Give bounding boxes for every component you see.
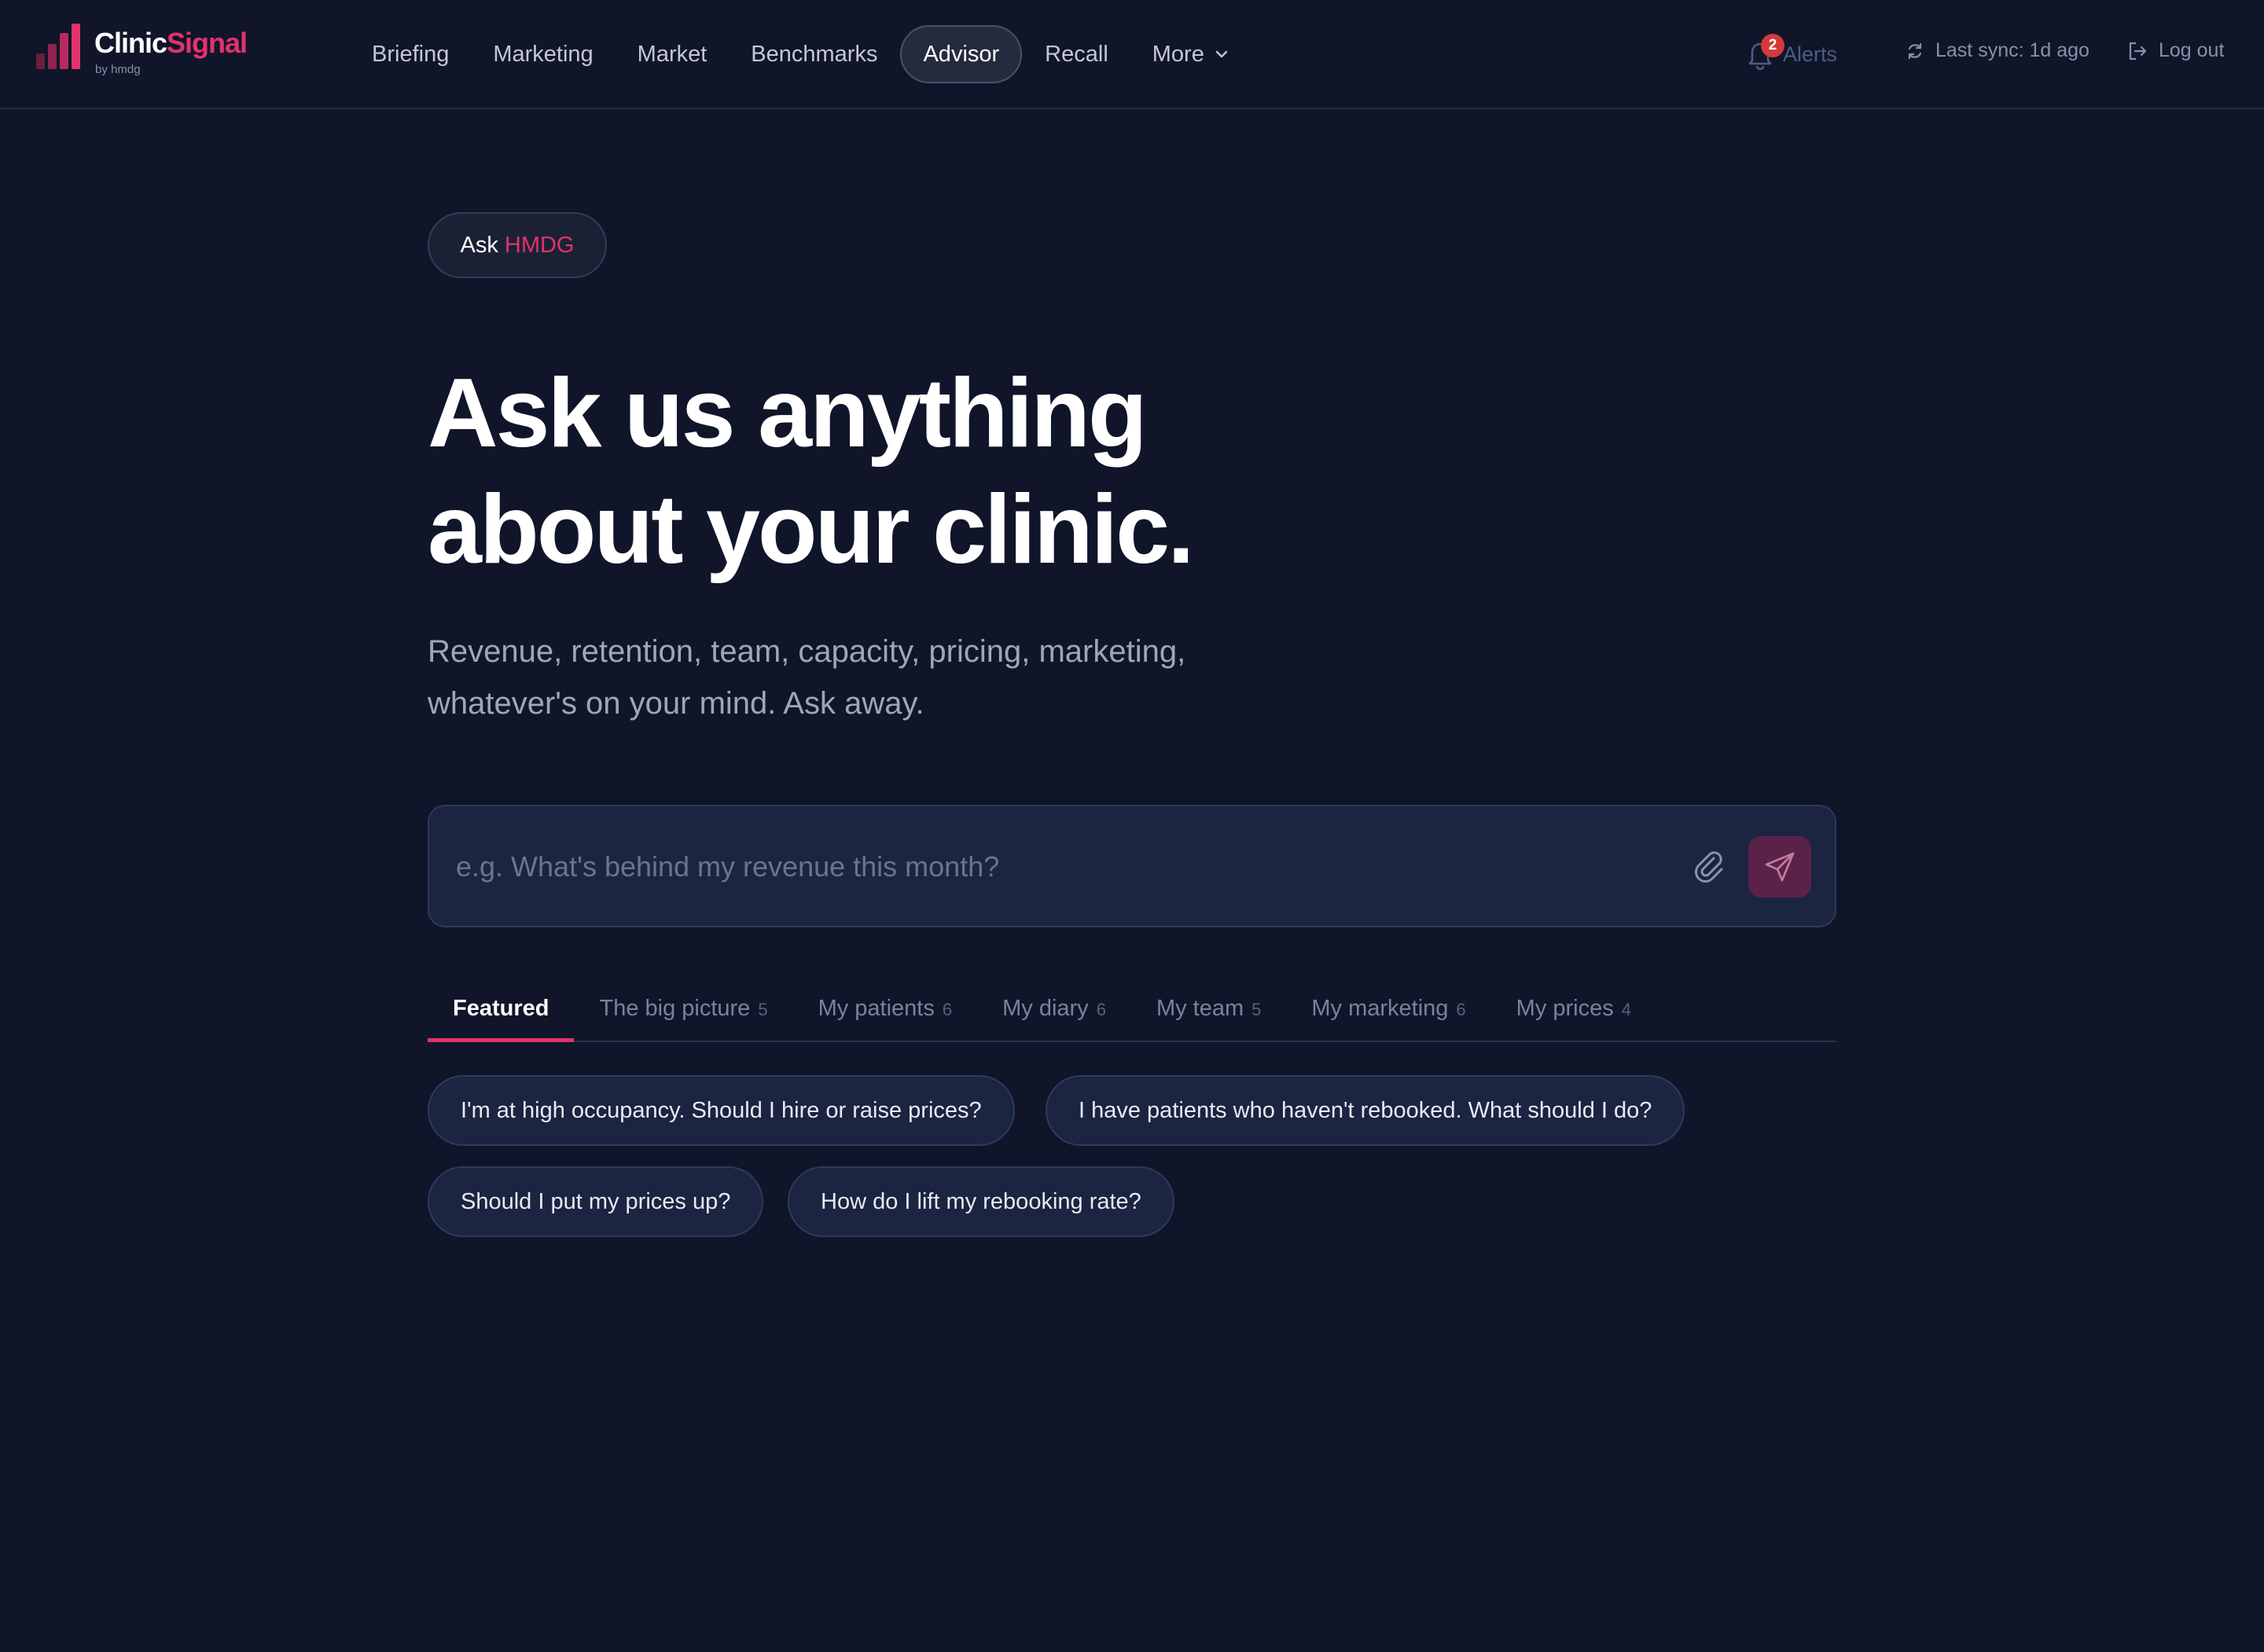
tab-my-prices[interactable]: My prices 4 xyxy=(1491,978,1656,1042)
page-title-line-1: Ask us anything xyxy=(428,359,1148,468)
logout-icon xyxy=(2129,42,2147,60)
nav-item-benchmarks[interactable]: Benchmarks xyxy=(730,25,899,83)
alerts-label: Alerts xyxy=(1783,42,1838,66)
send-button[interactable] xyxy=(1748,836,1811,898)
tab-my-patients[interactable]: My patients 6 xyxy=(793,978,978,1042)
nav-more-label: More xyxy=(1152,42,1204,67)
nav-item-more[interactable]: More xyxy=(1131,25,1251,83)
logo-word-signal: Signal xyxy=(167,27,248,59)
logo-word-clinic: Clinic xyxy=(94,27,167,59)
alerts-button[interactable]: 2 Alerts xyxy=(1747,34,1838,74)
logout-label: Log out xyxy=(2159,39,2225,61)
nav-item-briefing[interactable]: Briefing xyxy=(351,25,470,83)
bar-chart-logo-icon xyxy=(36,24,80,69)
suggestion-chip[interactable]: Should I put my prices up? xyxy=(428,1166,764,1237)
tab-label: Featured xyxy=(453,996,549,1021)
tab-label: My patients xyxy=(818,996,935,1021)
tab-my-diary[interactable]: My diary 6 xyxy=(977,978,1131,1042)
ask-hmdg-pill: Ask HMDG xyxy=(428,212,607,278)
tab-label: The big picture xyxy=(599,996,751,1021)
tab-label: My prices xyxy=(1516,996,1614,1021)
tab-count: 4 xyxy=(1621,1000,1631,1019)
suggestion-chip[interactable]: How do I lift my rebooking rate? xyxy=(788,1166,1174,1237)
tab-featured[interactable]: Featured xyxy=(428,978,575,1042)
sync-text: Last sync: 1d ago xyxy=(1935,39,2089,61)
send-icon xyxy=(1765,852,1795,882)
sync-status: Last sync: 1d ago xyxy=(1906,39,2089,62)
ask-pill-ask: Ask xyxy=(460,233,498,258)
top-nav-bar: ClinicSignal by hmdg Briefing Marketing … xyxy=(0,0,2264,109)
tab-count: 6 xyxy=(1096,1000,1106,1019)
tab-count: 5 xyxy=(1251,1000,1262,1019)
tab-the-big-picture[interactable]: The big picture 5 xyxy=(574,978,792,1042)
bell-icon: 2 xyxy=(1747,34,1784,71)
nav-item-market[interactable]: Market xyxy=(616,25,729,83)
ask-pill-brand: HMDG xyxy=(504,233,575,258)
tab-count: 6 xyxy=(1456,1000,1466,1019)
page-title-line-2: about your clinic. xyxy=(428,475,1195,584)
logo-wordmark: ClinicSignal xyxy=(94,27,248,60)
page-subtitle-line-2: whatever's on your mind. Ask away. xyxy=(428,686,924,721)
alerts-count-badge: 2 xyxy=(1761,34,1784,57)
question-input[interactable] xyxy=(454,806,1621,927)
question-box xyxy=(428,805,1836,927)
refresh-icon xyxy=(1908,42,1922,59)
chevron-down-icon xyxy=(1215,50,1228,58)
paperclip-icon[interactable] xyxy=(1690,847,1728,885)
logo-subtitle: by hmdg xyxy=(95,63,141,76)
nav-item-recall[interactable]: Recall xyxy=(1024,25,1130,83)
page-title: Ask us anything about your clinic. xyxy=(428,355,1607,588)
suggestion-chip[interactable]: I'm at high occupancy. Should I hire or … xyxy=(428,1075,1015,1146)
tab-count: 6 xyxy=(942,1000,953,1019)
tab-label: My team xyxy=(1156,996,1244,1021)
tab-my-team[interactable]: My team 5 xyxy=(1131,978,1286,1042)
suggestion-tabs: Featured The big picture 5 My patients 6 M… xyxy=(428,978,1836,1042)
logout-button[interactable]: Log out xyxy=(2127,39,2224,62)
nav-item-marketing[interactable]: Marketing xyxy=(472,25,614,83)
nav-item-advisor[interactable]: Advisor xyxy=(900,25,1023,83)
page-subtitle: Revenue, retention, team, capacity, pric… xyxy=(428,626,1214,729)
tab-count: 5 xyxy=(758,1000,768,1019)
tab-my-marketing[interactable]: My marketing 6 xyxy=(1286,978,1490,1042)
page-subtitle-line-1: Revenue, retention, team, capacity, pric… xyxy=(428,634,1186,669)
tab-label: My diary xyxy=(1002,996,1089,1021)
main-nav: Briefing Marketing Market Benchmarks Adv… xyxy=(351,25,1252,83)
suggestion-chip[interactable]: I have patients who haven't rebooked. Wh… xyxy=(1046,1075,1685,1146)
tab-label: My marketing xyxy=(1311,996,1449,1021)
